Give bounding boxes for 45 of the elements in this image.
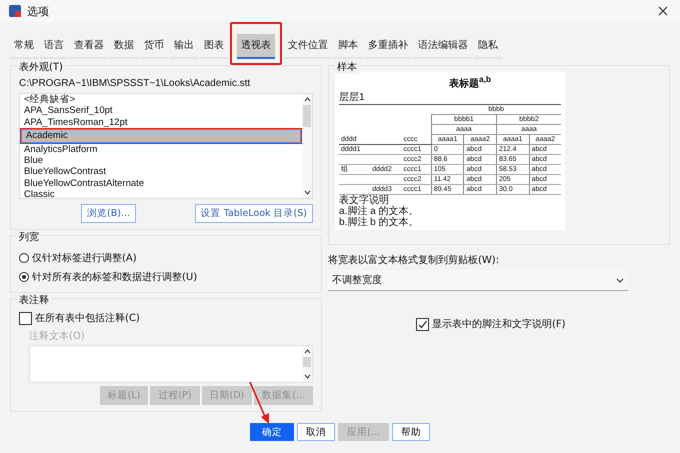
scroll-thumb[interactable] (303, 357, 311, 367)
field-label: 将宽表以富文本格式复制到剪贴板(W): (328, 254, 500, 267)
checkbox-option[interactable]: 显示表中的脚注和文字说明(F) (416, 317, 670, 331)
group-title: 表注释 (17, 293, 51, 307)
width-dropdown[interactable]: 不调整宽度 (328, 270, 628, 291)
list-item[interactable]: BlueYellowContrast (20, 166, 302, 178)
group-title: 表外观(T) (17, 60, 65, 74)
button[interactable]: 帮助 (392, 423, 430, 441)
window-title: 选项 (27, 4, 49, 18)
list-item[interactable]: Academic (22, 130, 300, 142)
scrollbar[interactable] (302, 346, 312, 382)
radio-option[interactable]: 仅针对标签进行调整(A) (19, 251, 313, 265)
scrollbar[interactable] (302, 94, 312, 198)
list-item[interactable]: APA_TimesRoman_12pt (20, 116, 302, 128)
comment-text-field[interactable] (29, 345, 313, 383)
button[interactable]: 取消 (297, 423, 336, 441)
checkbox[interactable] (416, 318, 429, 330)
button[interactable]: 浏览(B)... (81, 204, 136, 223)
group-title: 样本 (335, 60, 359, 74)
footnote: a.脚注 a 的文本。 (339, 206, 420, 218)
close-icon[interactable] (658, 6, 668, 16)
list-item[interactable]: <经典缺省> (20, 94, 302, 106)
footnote: b.脚注 b 的文本。 (339, 217, 420, 228)
radio-button[interactable] (19, 272, 29, 282)
list-item[interactable]: Blue (20, 154, 302, 166)
radio-option[interactable]: 针对所有表的标签和数据进行调整(U) (19, 270, 313, 284)
chevron-icon (616, 278, 624, 282)
radio-button[interactable] (19, 253, 29, 263)
checkbox-option[interactable]: 在所有表中包括注释(C) (19, 311, 313, 325)
app-icon (8, 4, 22, 18)
group-title: 列宽 (17, 230, 41, 244)
layer-label: 层层1 (339, 91, 366, 104)
tab[interactable]: 透视表 (237, 34, 275, 59)
list-item[interactable]: Classic (20, 189, 302, 198)
file-path: C:\PROGRA~1\IBM\SPSSST~1\Looks\Academic.stt (19, 78, 252, 89)
field-label: 注释文本(O) (29, 330, 86, 343)
list-item[interactable]: AnalyticsPlatform (20, 144, 302, 155)
checkbox[interactable] (19, 312, 32, 324)
list-item[interactable]: BlueYellowContrastAlternate (20, 178, 302, 190)
footnote: 表文字说明 (339, 195, 389, 206)
table-title: 表标题$^{a,b}$ (448, 74, 492, 90)
button[interactable]: 设置 TableLook 目录(S) (194, 204, 313, 223)
list-item[interactable]: APA_SansSerif_10pt (20, 105, 302, 117)
scroll-thumb[interactable] (303, 105, 311, 127)
button[interactable]: 确定 (250, 423, 294, 441)
